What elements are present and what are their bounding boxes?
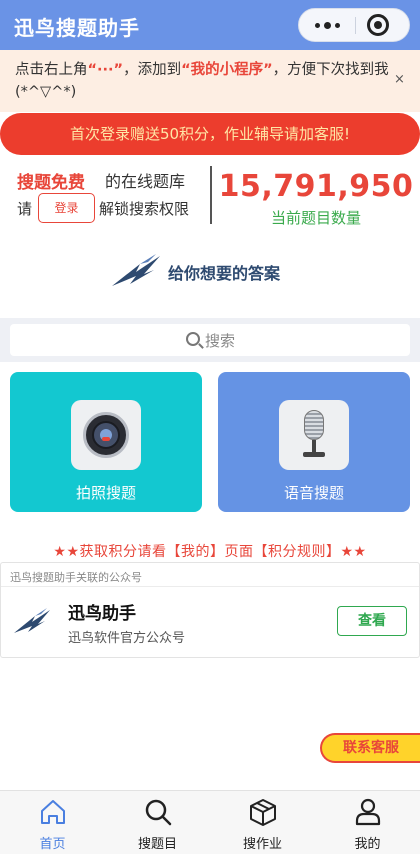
bird-logo-icon	[14, 608, 50, 633]
view-account-button[interactable]: 查看	[337, 606, 407, 636]
capsule-divider	[355, 17, 356, 34]
search-placeholder: 搜索	[205, 332, 236, 350]
camera-icon	[71, 400, 141, 470]
mini-program-capsule	[298, 8, 410, 42]
voice-search-card[interactable]: 语音搜题	[218, 372, 410, 512]
photo-search-label: 拍照搜题	[75, 484, 136, 502]
question-count-label: 当前题目数量	[270, 209, 361, 227]
question-count: 15,791,950	[218, 169, 414, 204]
tab-search-questions-label: 搜题目	[137, 837, 177, 852]
user-icon	[355, 798, 381, 826]
add-to-favorites-tip: 点击右上角“···”，添加到“我的小程序”，方便下次找到我(*^▽^*) ×	[0, 50, 420, 112]
search-icon	[145, 799, 172, 826]
online-bank-label: 的在线题库	[105, 172, 186, 191]
please-label: 请	[17, 200, 33, 218]
navigation-bar: 迅鸟搜题助手	[0, 0, 420, 50]
official-account-divider	[1, 586, 419, 587]
tab-home[interactable]: 首页	[0, 791, 105, 854]
home-icon	[41, 800, 65, 824]
more-menu-icon[interactable]	[299, 9, 355, 41]
slogan-text: 给你想要的答案	[168, 264, 281, 283]
tab-bar: 首页 搜题目 搜作业 我的	[0, 790, 420, 854]
official-account-header: 迅鸟搜题助手关联的公众号	[10, 571, 142, 584]
official-account-name: 迅鸟助手	[68, 604, 136, 624]
microphone-icon	[279, 400, 349, 470]
box-icon	[250, 799, 276, 826]
tip-text-part: ，添加到	[123, 62, 182, 78]
contact-service-button[interactable]: 联系客服	[320, 733, 420, 763]
bird-logo-icon	[112, 254, 160, 286]
app-title: 迅鸟搜题助手	[14, 16, 140, 40]
search-icon	[186, 332, 200, 346]
search-bar-area: 搜索	[0, 318, 420, 362]
free-search-label: 搜题免费	[17, 173, 85, 193]
info-divider	[210, 166, 212, 224]
tab-mine-label: 我的	[354, 837, 381, 852]
tab-search-homework[interactable]: 搜作业	[210, 791, 315, 854]
tip-my-miniprogram-highlight: “我的小程序”	[181, 62, 273, 78]
slogan: 给你想要的答案	[110, 250, 310, 290]
tab-search-homework-label: 搜作业	[242, 837, 282, 852]
login-button[interactable]: 登录	[38, 193, 95, 223]
tab-home-label: 首页	[39, 837, 66, 852]
points-rules-notice: ★★获取积分请看【我的】页面【积分规则】★★	[53, 544, 367, 560]
tip-text-part: 点击右上角	[15, 62, 88, 78]
close-mini-program-icon[interactable]	[367, 14, 389, 36]
official-account-description: 迅鸟软件官方公众号	[68, 631, 186, 646]
tab-search-questions[interactable]: 搜题目	[105, 791, 210, 854]
photo-search-card[interactable]: 拍照搜题	[10, 372, 202, 512]
official-account-card: 迅鸟搜题助手关联的公众号 迅鸟助手 迅鸟软件官方公众号 查看	[0, 562, 420, 658]
tab-mine[interactable]: 我的	[315, 791, 420, 854]
search-input[interactable]: 搜索	[10, 324, 410, 356]
voice-search-label: 语音搜题	[283, 484, 344, 502]
tip-dots-highlight: “···”	[87, 62, 124, 78]
unlock-search-label: 解锁搜索权限	[99, 200, 190, 218]
tip-close-icon[interactable]: ×	[394, 72, 405, 87]
tip-text: 点击右上角“···”，添加到“我的小程序”，方便下次找到我(*^▽^*)	[15, 59, 400, 103]
promo-banner[interactable]: 首次登录赠送50积分，作业辅导请加客服!	[0, 113, 420, 155]
